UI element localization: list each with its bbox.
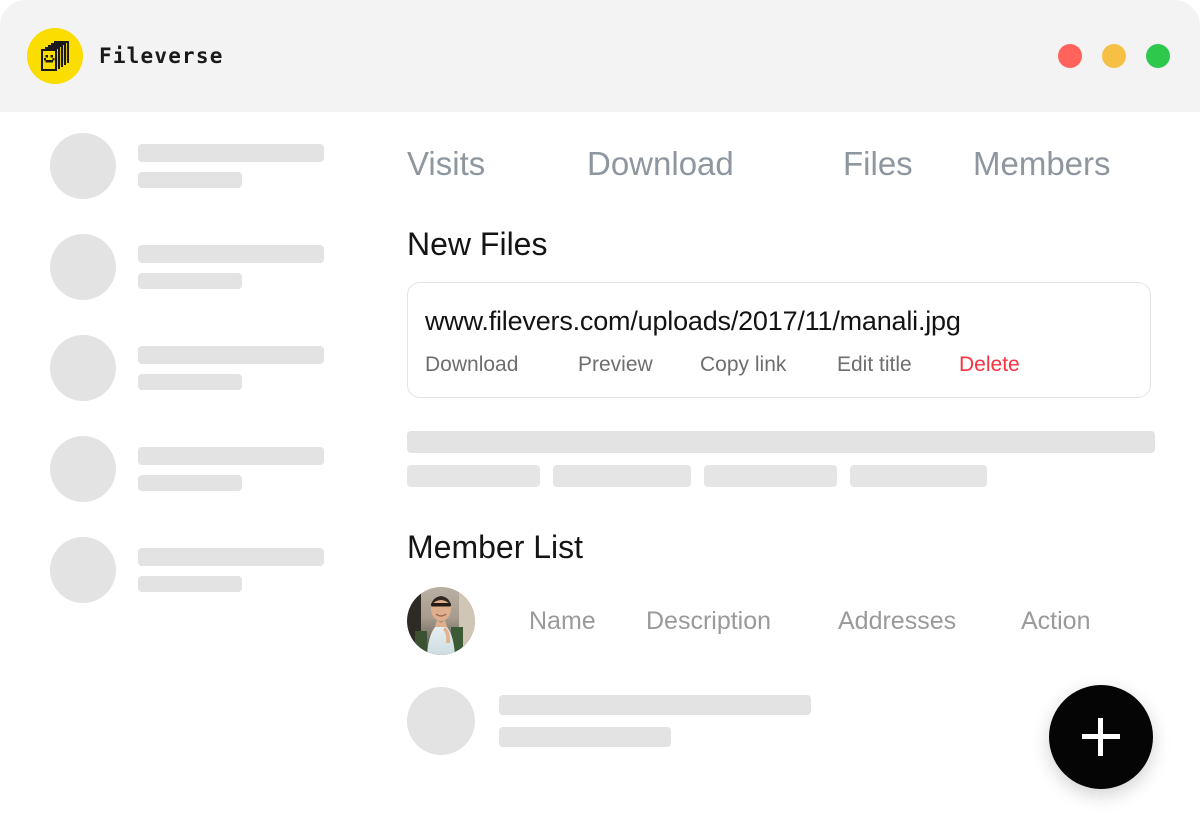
brand-name: Fileverse bbox=[99, 44, 224, 68]
text-placeholder-line bbox=[138, 374, 242, 390]
file-actions: Download Preview Copy link Edit title De… bbox=[425, 353, 1133, 377]
text-placeholder-group bbox=[138, 447, 324, 491]
avatar-placeholder bbox=[50, 133, 116, 199]
avatar-placeholder bbox=[50, 335, 116, 401]
sidebar bbox=[50, 133, 350, 638]
avatar-placeholder bbox=[50, 537, 116, 603]
avatar-placeholder bbox=[407, 687, 475, 755]
text-placeholder-line bbox=[138, 144, 324, 162]
text-placeholder-line bbox=[499, 695, 811, 715]
member-list-title: Member List bbox=[407, 529, 1155, 566]
column-header-name: Name bbox=[529, 607, 646, 636]
stacked-files-smiley-icon bbox=[27, 28, 83, 84]
text-placeholder-group bbox=[138, 346, 324, 390]
text-placeholder-line bbox=[138, 346, 324, 364]
file-action-download[interactable]: Download bbox=[425, 353, 578, 377]
member-column-headers: Name Description Addresses Action bbox=[529, 607, 1090, 636]
text-placeholder-line bbox=[138, 475, 242, 491]
avatar-placeholder bbox=[50, 436, 116, 502]
sidebar-item-placeholder[interactable] bbox=[50, 537, 350, 603]
text-placeholder-group bbox=[138, 144, 324, 188]
plus-icon bbox=[1082, 718, 1120, 756]
text-placeholder-group bbox=[138, 245, 324, 289]
text-placeholder-line bbox=[138, 172, 242, 188]
file-action-edit-title[interactable]: Edit title bbox=[837, 353, 959, 377]
add-button[interactable] bbox=[1049, 685, 1153, 789]
text-placeholder-line bbox=[138, 548, 324, 566]
column-header-action: Action bbox=[1021, 607, 1090, 636]
file-action-copy-link[interactable]: Copy link bbox=[700, 353, 837, 377]
brand: Fileverse bbox=[27, 28, 224, 84]
text-placeholder-line bbox=[138, 245, 324, 263]
content-placeholder-line bbox=[407, 431, 1155, 453]
content-placeholder-chip bbox=[850, 465, 987, 487]
main-panel: Visits Download Files Members New Files … bbox=[407, 112, 1155, 755]
column-header-description: Description bbox=[646, 607, 838, 636]
tab-files[interactable]: Files bbox=[843, 145, 973, 183]
text-placeholder-line bbox=[138, 273, 242, 289]
window-maximize-dot[interactable] bbox=[1146, 44, 1170, 68]
sidebar-item-placeholder[interactable] bbox=[50, 234, 350, 300]
member-list-header: Name Description Addresses Action bbox=[407, 587, 1155, 655]
tab-visits[interactable]: Visits bbox=[407, 145, 587, 183]
window-minimize-dot[interactable] bbox=[1102, 44, 1126, 68]
text-placeholder-group bbox=[138, 548, 324, 592]
avatar-placeholder bbox=[50, 234, 116, 300]
column-header-addresses: Addresses bbox=[838, 607, 1021, 636]
member-row-placeholder[interactable] bbox=[407, 687, 1155, 755]
tab-members[interactable]: Members bbox=[973, 145, 1111, 183]
sidebar-item-placeholder[interactable] bbox=[50, 436, 350, 502]
file-action-preview[interactable]: Preview bbox=[578, 353, 700, 377]
content-placeholder-chips bbox=[407, 465, 1155, 487]
content-area: Visits Download Files Members New Files … bbox=[0, 112, 1200, 834]
content-placeholder-chip bbox=[407, 465, 540, 487]
text-placeholder-line bbox=[499, 727, 671, 747]
content-placeholder-chip bbox=[704, 465, 837, 487]
sidebar-item-placeholder[interactable] bbox=[50, 133, 350, 199]
app-window: Fileverse bbox=[0, 0, 1200, 834]
window-close-dot[interactable] bbox=[1058, 44, 1082, 68]
file-card[interactable]: www.filevers.com/uploads/2017/11/manali.… bbox=[407, 282, 1151, 398]
text-placeholder-group bbox=[499, 695, 811, 747]
window-controls bbox=[1058, 44, 1170, 68]
content-placeholder-block bbox=[407, 431, 1155, 487]
tab-bar: Visits Download Files Members bbox=[407, 145, 1155, 183]
text-placeholder-line bbox=[138, 447, 324, 465]
content-placeholder-chip bbox=[553, 465, 691, 487]
file-url: www.filevers.com/uploads/2017/11/manali.… bbox=[425, 306, 1133, 337]
member-profile-photo bbox=[407, 587, 475, 655]
title-bar: Fileverse bbox=[0, 0, 1200, 112]
tab-download[interactable]: Download bbox=[587, 145, 843, 183]
sidebar-item-placeholder[interactable] bbox=[50, 335, 350, 401]
text-placeholder-line bbox=[138, 576, 242, 592]
file-action-delete[interactable]: Delete bbox=[959, 353, 1020, 377]
new-files-title: New Files bbox=[407, 226, 1155, 263]
